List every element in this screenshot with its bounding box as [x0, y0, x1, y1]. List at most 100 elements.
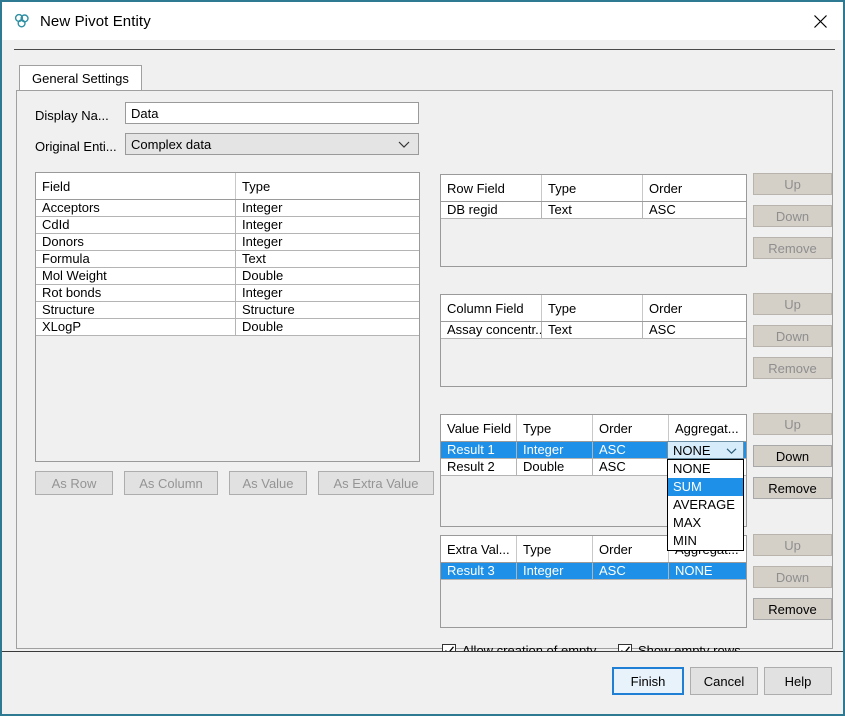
row-field-header: Row Field Type Order [441, 175, 746, 202]
column-field-up-button[interactable]: Up [753, 293, 832, 315]
cancel-button[interactable]: Cancel [690, 667, 758, 695]
fields-table[interactable]: Field Type Acceptors Integer CdId Intege… [35, 172, 420, 462]
table-row[interactable]: Acceptors Integer [36, 200, 419, 217]
row-field-empty-area [441, 219, 746, 267]
dropdown-option-max[interactable]: MAX [668, 514, 743, 532]
table-row[interactable]: Result 3 Integer ASC NONE [441, 563, 746, 580]
row-field-header-name[interactable]: Row Field [441, 175, 542, 201]
value-field-header-name[interactable]: Value Field [441, 415, 517, 441]
column-field-down-button[interactable]: Down [753, 325, 832, 347]
cell-order: ASC [593, 563, 669, 579]
close-icon[interactable] [797, 2, 843, 40]
value-field-down-button[interactable]: Down [753, 445, 832, 467]
row-field-body: DB regid Text ASC [441, 202, 746, 219]
extra-value-up-label: Up [784, 538, 801, 553]
value-field-down-label: Down [776, 449, 809, 464]
title-bar: New Pivot Entity [2, 2, 843, 40]
table-row[interactable]: Mol Weight Double [36, 268, 419, 285]
cell-field: Donors [36, 234, 236, 250]
column-field-remove-button[interactable]: Remove [753, 357, 832, 379]
cell-type: Integer [236, 217, 419, 233]
column-field-remove-label: Remove [768, 361, 816, 376]
tab-general-settings[interactable]: General Settings [19, 65, 142, 91]
table-row[interactable]: Formula Text [36, 251, 419, 268]
help-button[interactable]: Help [764, 667, 832, 695]
table-row[interactable]: Assay concentr... Text ASC [441, 322, 746, 339]
extra-value-down-button[interactable]: Down [753, 566, 832, 588]
value-field-header-aggregation[interactable]: Aggregat... [669, 415, 746, 441]
column-field-header-type[interactable]: Type [542, 295, 643, 321]
extra-value-header-order[interactable]: Order [593, 536, 669, 562]
table-row[interactable]: Donors Integer [36, 234, 419, 251]
cell-order: ASC [593, 442, 669, 458]
extra-value-header-name[interactable]: Extra Val... [441, 536, 517, 562]
fields-header-field[interactable]: Field [36, 173, 236, 199]
dropdown-option-none[interactable]: NONE [668, 460, 743, 478]
dialog-window: New Pivot Entity General Settings Displa… [0, 0, 845, 716]
window-title: New Pivot Entity [40, 13, 151, 30]
as-extra-value-button[interactable]: As Extra Value [318, 471, 434, 495]
value-field-remove-label: Remove [768, 481, 816, 496]
value-field-header-type[interactable]: Type [517, 415, 593, 441]
as-column-label: As Column [139, 476, 203, 491]
table-row[interactable]: Structure Structure [36, 302, 419, 319]
column-field-header-order[interactable]: Order [643, 295, 746, 321]
dialog-footer: Finish Cancel Help [2, 651, 843, 714]
cell-aggregation: NONE [669, 563, 746, 579]
dropdown-option-average[interactable]: AVERAGE [668, 496, 743, 514]
table-row[interactable]: CdId Integer [36, 217, 419, 234]
top-separator [14, 49, 835, 50]
row-field-down-button[interactable]: Down [753, 205, 832, 227]
table-row[interactable]: Rot bonds Integer [36, 285, 419, 302]
finish-button[interactable]: Finish [612, 667, 684, 695]
row-field-remove-label: Remove [768, 241, 816, 256]
row-field-remove-button[interactable]: Remove [753, 237, 832, 259]
column-field-table[interactable]: Column Field Type Order Assay concentr..… [440, 294, 747, 387]
fields-header-type[interactable]: Type [236, 173, 419, 199]
as-row-button[interactable]: As Row [35, 471, 113, 495]
cell-field: Mol Weight [36, 268, 236, 284]
as-value-button[interactable]: As Value [229, 471, 307, 495]
cell-type: Double [517, 459, 593, 475]
as-column-button[interactable]: As Column [124, 471, 218, 495]
tab-panel-general-settings: Display Na... Original Enti... Complex d… [16, 90, 833, 649]
cell-name: Assay concentr... [441, 322, 542, 338]
cell-order: ASC [593, 459, 669, 475]
row-field-table[interactable]: Row Field Type Order DB regid Text ASC [440, 174, 747, 267]
column-field-header-name[interactable]: Column Field [441, 295, 542, 321]
cell-field: Rot bonds [36, 285, 236, 301]
value-field-up-label: Up [784, 417, 801, 432]
cell-field: Acceptors [36, 200, 236, 216]
dropdown-option-sum[interactable]: SUM [668, 478, 743, 496]
cell-order: ASC [643, 322, 746, 338]
extra-value-remove-button[interactable]: Remove [753, 598, 832, 620]
row-field-up-label: Up [784, 177, 801, 192]
cell-type: Integer [236, 285, 419, 301]
original-entity-select[interactable]: Complex data [125, 133, 419, 155]
table-row[interactable]: XLogP Double [36, 319, 419, 336]
extra-value-empty-area [441, 580, 746, 628]
molecule-icon [12, 11, 32, 31]
extra-value-up-button[interactable]: Up [753, 534, 832, 556]
cell-type: Text [236, 251, 419, 267]
extra-value-body: Result 3 Integer ASC NONE [441, 563, 746, 580]
value-field-up-button[interactable]: Up [753, 413, 832, 435]
tab-group: General Settings Display Na... Original … [16, 65, 833, 649]
value-field-remove-button[interactable]: Remove [753, 477, 832, 499]
as-extra-value-label: As Extra Value [333, 476, 418, 491]
display-name-label: Display Na... [35, 108, 109, 123]
row-field-header-type[interactable]: Type [542, 175, 643, 201]
aggregation-dropdown-list[interactable]: NONE SUM AVERAGE MAX MIN [667, 459, 744, 551]
display-name-input[interactable] [125, 102, 419, 124]
extra-value-remove-label: Remove [768, 602, 816, 617]
aggregation-select[interactable]: NONE [667, 441, 744, 459]
tab-strip: General Settings [16, 65, 833, 91]
row-field-up-button[interactable]: Up [753, 173, 832, 195]
table-row[interactable]: DB regid Text ASC [441, 202, 746, 219]
aggregation-selected-value: NONE [673, 443, 711, 458]
fields-table-header: Field Type [36, 173, 419, 200]
row-field-header-order[interactable]: Order [643, 175, 746, 201]
dropdown-option-min[interactable]: MIN [668, 532, 743, 550]
value-field-header-order[interactable]: Order [593, 415, 669, 441]
extra-value-header-type[interactable]: Type [517, 536, 593, 562]
